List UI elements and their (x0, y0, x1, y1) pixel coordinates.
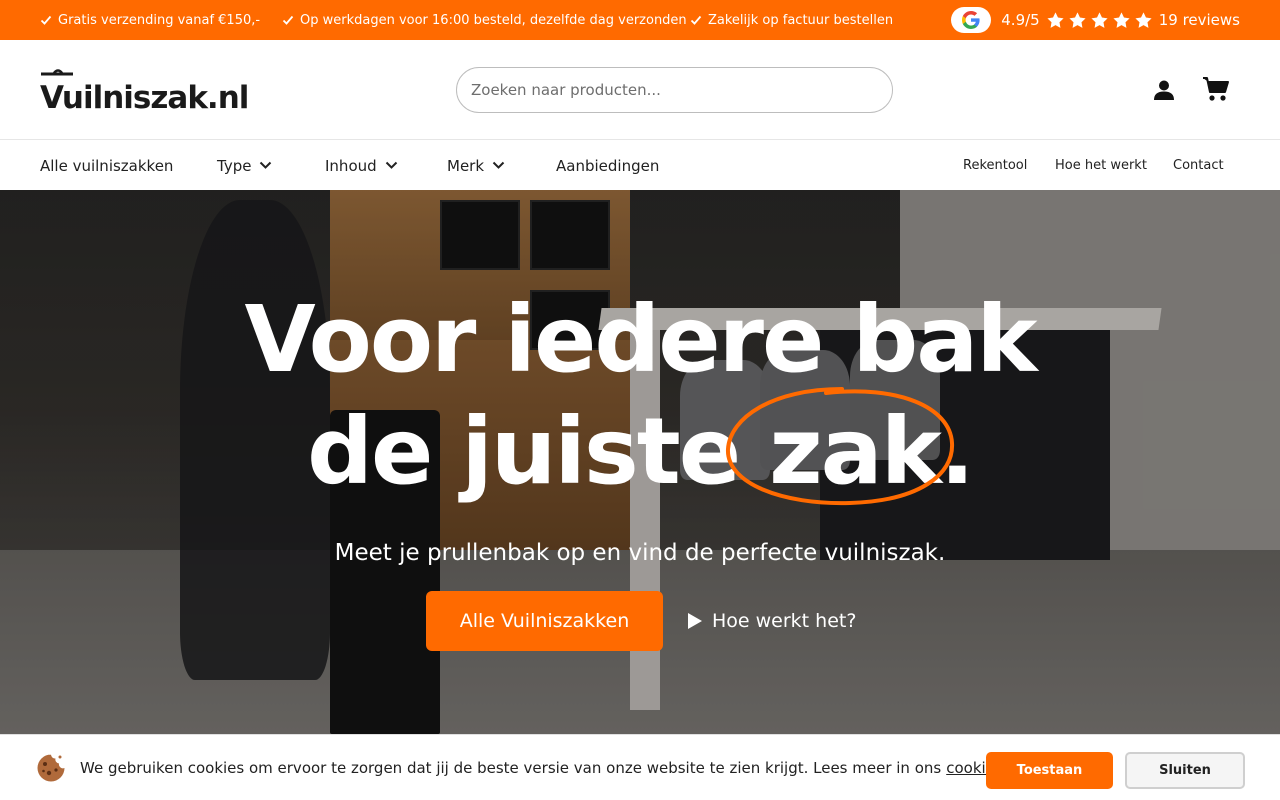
star-icon (1047, 11, 1064, 28)
cookie-icon (37, 754, 65, 782)
nav-label: Rekentool (963, 158, 1028, 173)
cookie-message: We gebruiken cookies om ervoor te zorgen… (80, 735, 1046, 800)
star-icon (1091, 11, 1108, 28)
chevron-down-icon (492, 161, 505, 169)
nav-item-aanbiedingen[interactable]: Aanbiedingen (556, 141, 659, 190)
shopping-cart-icon[interactable] (1202, 76, 1230, 102)
all-trash-bags-button[interactable]: Alle Vuilniszakken (426, 591, 663, 651)
nav-label: Merk (447, 156, 485, 175)
cookie-text: We gebruiken cookies om ervoor te zorgen… (80, 759, 942, 777)
usp-text: Op werkdagen voor 16:00 besteld, dezelfd… (300, 12, 687, 28)
site-header: Vuilniszak.nl (0, 40, 1280, 140)
nav-item-inhoud[interactable]: Inhoud (325, 141, 398, 190)
check-icon (40, 15, 52, 25)
nav-label: Contact (1173, 158, 1224, 173)
hero-title-line1: Voor iedere bak (244, 286, 1037, 393)
play-icon (688, 613, 702, 629)
usp-text: Zakelijk op factuur bestellen (708, 12, 894, 28)
highlight-circle-icon (725, 387, 955, 506)
hero-subtitle: Meet je prullenbak op en vind de perfect… (334, 540, 946, 566)
nav-label: Alle vuilniszakken (40, 156, 174, 175)
user-icon[interactable] (1152, 78, 1176, 102)
check-icon (282, 15, 294, 25)
cookie-accept-button[interactable]: Toestaan (986, 752, 1113, 789)
usp-item: Zakelijk op factuur bestellen (690, 0, 893, 40)
hero-banner: Voor iedere bak de juiste zak. Meet je p… (0, 190, 1280, 734)
chevron-down-icon (385, 161, 397, 169)
rating-reviews: 19 reviews (1158, 11, 1240, 29)
nav-item-type[interactable]: Type (217, 141, 272, 190)
nav-label: Inhoud (325, 156, 377, 175)
search-input[interactable] (456, 67, 893, 113)
logo-text: Vuilniszak.nl (40, 80, 249, 116)
nav-item-hoe-het-werkt[interactable]: Hoe het werkt (1055, 141, 1147, 190)
star-icon (1135, 11, 1152, 28)
nav-item-alle-vuilniszakken[interactable]: Alle vuilniszakken (40, 141, 173, 190)
check-icon (690, 15, 702, 25)
site-logo[interactable]: Vuilniszak.nl (40, 68, 249, 114)
star-icon (1069, 11, 1086, 28)
usp-text: Gratis verzending vanaf €150,- (58, 12, 261, 28)
usp-item: Op werkdagen voor 16:00 besteld, dezelfd… (282, 0, 687, 40)
nav-item-contact[interactable]: Contact (1173, 141, 1224, 190)
hero-title-line2: de juiste zak. (307, 398, 975, 505)
nav-item-merk[interactable]: Merk (447, 141, 505, 190)
usp-bar: Gratis verzending vanaf €150,- Op werkda… (0, 0, 1280, 40)
cookie-close-button[interactable]: Sluiten (1125, 752, 1245, 789)
nav-label: Aanbiedingen (556, 156, 660, 175)
star-icon (1113, 11, 1130, 28)
nav-item-rekentool[interactable]: Rekentool (963, 141, 1027, 190)
nav-label: Hoe het werkt (1055, 158, 1147, 173)
google-icon (951, 7, 992, 33)
google-rating[interactable]: 4.9/5 19 reviews (951, 0, 1240, 40)
how-it-works-video-button[interactable]: Hoe werkt het? (686, 604, 856, 638)
chevron-down-icon (260, 161, 272, 169)
cookie-banner: We gebruiken cookies om ervoor te zorgen… (0, 734, 1280, 800)
rating-score: 4.9/5 (1001, 11, 1040, 29)
rating-stars (1046, 11, 1153, 30)
video-button-label: Hoe werkt het? (712, 610, 857, 632)
usp-item: Gratis verzending vanaf €150,- (40, 0, 260, 40)
nav-label: Type (217, 156, 252, 175)
main-navigation: Alle vuilniszakken Type Inhoud Merk Aanb… (0, 141, 1280, 190)
